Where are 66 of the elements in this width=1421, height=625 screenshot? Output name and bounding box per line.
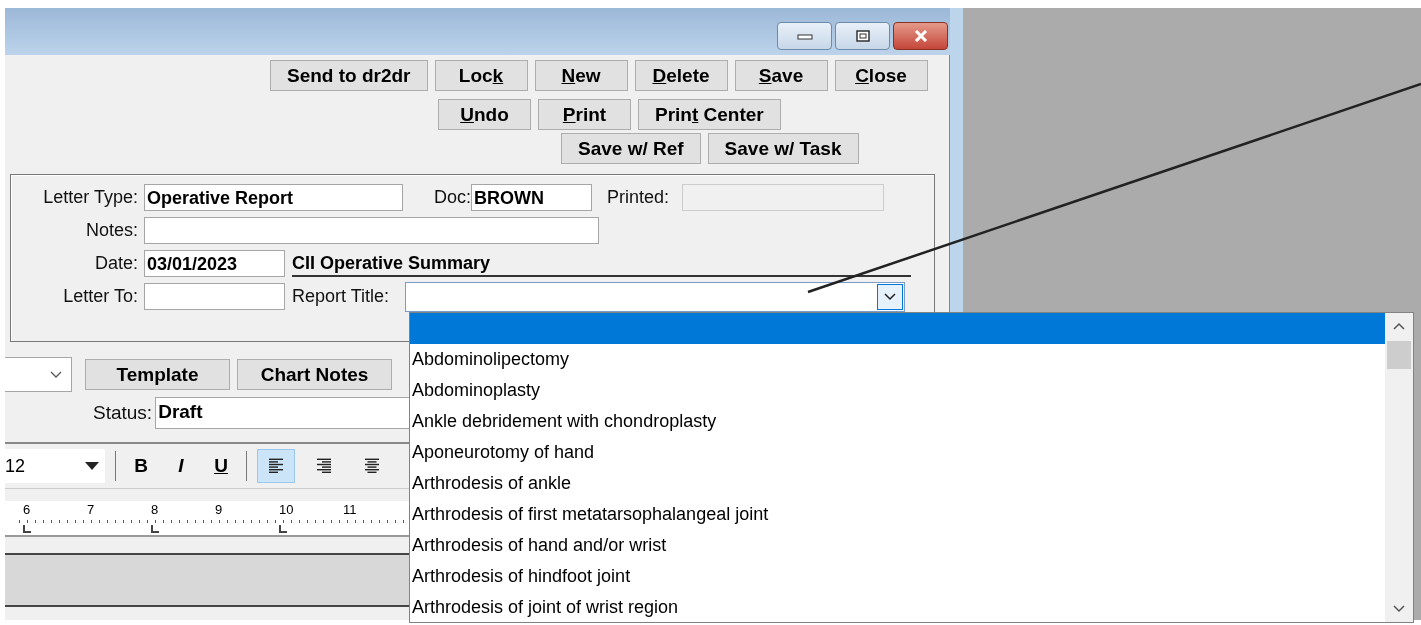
field-label: Letter To: — [62, 286, 138, 307]
field-label: Report Title: — [292, 286, 391, 307]
maximize-button[interactable] — [835, 22, 890, 50]
section-heading: CII Operative Summary — [292, 250, 911, 277]
font-size-dropdown[interactable]: 12 — [5, 449, 105, 483]
ruler-number: 10 — [279, 502, 294, 517]
format-button[interactable]: I — [166, 449, 196, 483]
ruler-number: 6 — [23, 502, 31, 517]
close-button[interactable] — [893, 22, 948, 50]
align-left-icon — [267, 457, 285, 475]
format-button[interactable]: B — [126, 449, 156, 483]
ruler-number: 11 — [343, 502, 357, 517]
list-item[interactable]: Arthrodesis of ankle — [410, 468, 1385, 499]
list-item[interactable]: Arthrodesis of hand and/or wrist — [410, 530, 1385, 561]
ruler-number: 8 — [151, 502, 159, 517]
maximize-icon — [854, 30, 871, 42]
toolbar-button[interactable]: Close — [834, 60, 928, 91]
scroll-down-icon — [1392, 604, 1406, 614]
toolbar-button[interactable]: Save — [734, 60, 828, 91]
align-center-icon — [363, 457, 381, 475]
minimize-button[interactable] — [777, 22, 832, 50]
input-field[interactable]: Operative Report — [144, 184, 403, 211]
field-label: Printed: — [607, 187, 670, 208]
tab-stop-icon — [279, 525, 287, 533]
list-item[interactable]: Abdominolipectomy — [410, 344, 1385, 375]
dropdown-field[interactable] — [405, 281, 905, 312]
field-label: Status: — [93, 402, 153, 424]
input-field[interactable] — [144, 217, 599, 244]
minimize-icon — [796, 32, 813, 40]
toolbar-button[interactable]: New — [534, 60, 628, 91]
chevron-down-icon — [877, 283, 903, 310]
scrollbar[interactable] — [1385, 313, 1413, 622]
action-button[interactable]: Chart Notes — [237, 359, 392, 390]
toolbar-button[interactable]: Print — [538, 99, 631, 130]
close-icon — [912, 30, 929, 42]
toolbar-button[interactable]: Undo — [438, 99, 531, 130]
scroll-thumb[interactable] — [1387, 341, 1411, 369]
format-button[interactable]: U — [206, 449, 236, 483]
input-field[interactable]: BROWN — [471, 184, 592, 211]
caret-down-icon — [85, 462, 99, 470]
tab-stop-icon — [151, 525, 159, 533]
input-field[interactable]: 03/01/2023 — [144, 250, 285, 277]
field-label: Letter Type: — [42, 187, 138, 208]
field-label: Doc: — [434, 187, 471, 208]
toolbar-button[interactable]: Save w/ Ref — [561, 133, 701, 164]
ruler-number: 9 — [215, 502, 223, 517]
toolbar-button[interactable]: Delete — [634, 60, 728, 91]
field-label: Date: — [93, 253, 138, 274]
list-item[interactable]: Arthrodesis of first metatarsophalangeal joint — [410, 499, 1385, 530]
list-item[interactable]: Aponeurotomy of hand — [410, 437, 1385, 468]
ruler-number: 7 — [87, 502, 95, 517]
list-item[interactable]: Arthrodesis of hindfoot joint — [410, 561, 1385, 592]
tab-stop-icon — [23, 525, 31, 533]
action-button[interactable]: Template — [85, 359, 230, 390]
scroll-up-icon — [1392, 321, 1406, 331]
list-item[interactable]: Arthrodesis of joint of wrist region — [410, 592, 1385, 623]
toolbar-button[interactable]: Lock — [434, 60, 528, 91]
toolbar-button[interactable]: Save w/ Task — [707, 133, 859, 164]
field-label: Notes: — [84, 220, 138, 241]
align-right-icon — [315, 457, 333, 475]
toolbar-button[interactable]: Print Center — [638, 99, 781, 130]
input-field[interactable] — [144, 283, 285, 310]
align-left-button[interactable] — [257, 449, 295, 483]
dropdown-field[interactable] — [5, 357, 72, 392]
toolbar-button[interactable]: Send to dr2dr — [270, 60, 428, 91]
chevron-down-icon — [49, 369, 63, 380]
